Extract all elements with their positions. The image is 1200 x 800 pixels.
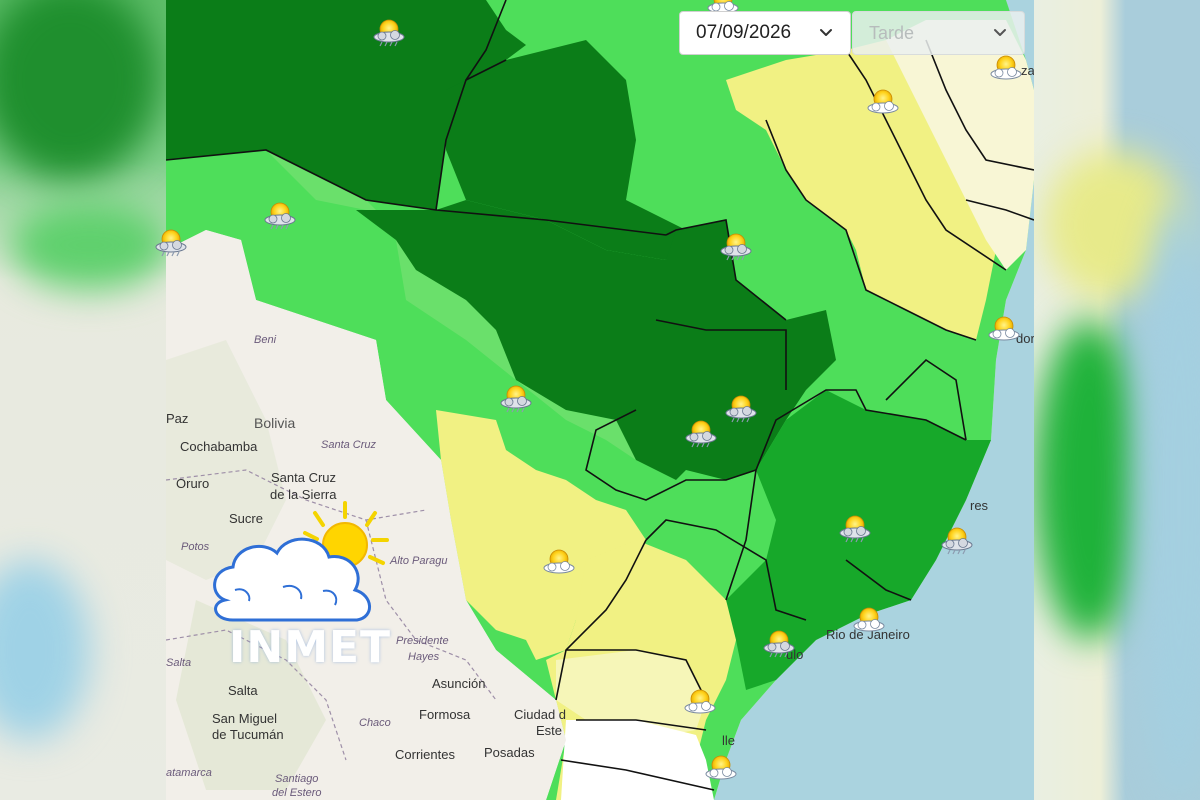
label-corrientes: Corrientes	[395, 747, 455, 762]
label-paz: Paz	[166, 411, 189, 426]
sun-cloud-rain-icon[interactable]	[938, 525, 976, 555]
inmet-logo-text: INMET	[229, 622, 392, 673]
weather-forecast-map[interactable]: Beni Paz Bolivia Santa Cruz Cochabamba O…	[166, 0, 1034, 800]
label-oruro: Oruro	[176, 476, 210, 491]
label-santiago-1: Santiago	[275, 773, 319, 785]
label-beni: Beni	[254, 334, 277, 346]
sun-cloud-rain-icon[interactable]	[261, 200, 299, 230]
label-santa-cruz-1: Santa Cruz	[271, 470, 337, 485]
label-vitoria: res	[970, 498, 989, 513]
partly-cloudy-icon[interactable]	[987, 52, 1025, 82]
label-formosa: Formosa	[419, 707, 471, 722]
date-select[interactable]: 07/09/2026	[679, 11, 851, 55]
partly-cloudy-icon[interactable]	[540, 546, 578, 576]
period-select[interactable]: Tarde	[852, 11, 1025, 55]
label-joinville: lle	[722, 733, 736, 748]
partly-cloudy-icon[interactable]	[850, 604, 888, 634]
chevron-down-icon	[820, 29, 832, 36]
partly-cloudy-icon[interactable]	[864, 86, 902, 116]
label-cochabamba: Cochabamba	[180, 439, 258, 454]
label-asuncion: Asunción	[432, 676, 486, 691]
sun-cloud-rain-icon[interactable]	[760, 628, 798, 658]
sun-cloud-rain-icon[interactable]	[497, 383, 535, 413]
label-santa-cruz-region: Santa Cruz	[321, 439, 377, 451]
label-chaco: Chaco	[359, 717, 391, 729]
partly-cloudy-icon[interactable]	[702, 752, 740, 782]
label-san-miguel-1: San Miguel	[212, 711, 278, 726]
label-posadas: Posadas	[484, 745, 535, 760]
sun-cloud-rain-icon[interactable]	[717, 231, 755, 261]
partly-cloudy-icon[interactable]	[985, 313, 1023, 343]
label-bolivia: Bolivia	[254, 415, 296, 431]
sun-cloud-rain-icon[interactable]	[722, 393, 760, 423]
sun-cloud-rain-icon[interactable]	[370, 17, 408, 47]
chevron-down-icon	[994, 29, 1006, 36]
blurred-right-backdrop	[1034, 0, 1200, 800]
blurred-left-backdrop	[0, 0, 166, 800]
label-san-miguel-2: de Tucumán	[212, 727, 284, 742]
label-hayes: Hayes	[408, 651, 440, 663]
partly-cloudy-icon[interactable]	[681, 686, 719, 716]
label-santiago-2: del Estero	[272, 787, 322, 799]
label-salta-region: Salta	[166, 657, 192, 669]
sun-cloud-rain-icon[interactable]	[152, 227, 190, 257]
label-ciudad-1: Ciudad d	[514, 707, 567, 722]
label-ciudad-2: Este	[536, 723, 563, 738]
label-catamarca: atamarca	[166, 767, 212, 779]
sun-cloud-rain-icon[interactable]	[836, 513, 874, 543]
sun-cloud-rain-icon[interactable]	[682, 418, 720, 448]
period-select-value: Tarde	[869, 22, 915, 43]
forecast-regions	[166, 0, 1034, 800]
date-select-value: 07/09/2026	[696, 22, 792, 43]
label-salta: Salta	[228, 683, 258, 698]
